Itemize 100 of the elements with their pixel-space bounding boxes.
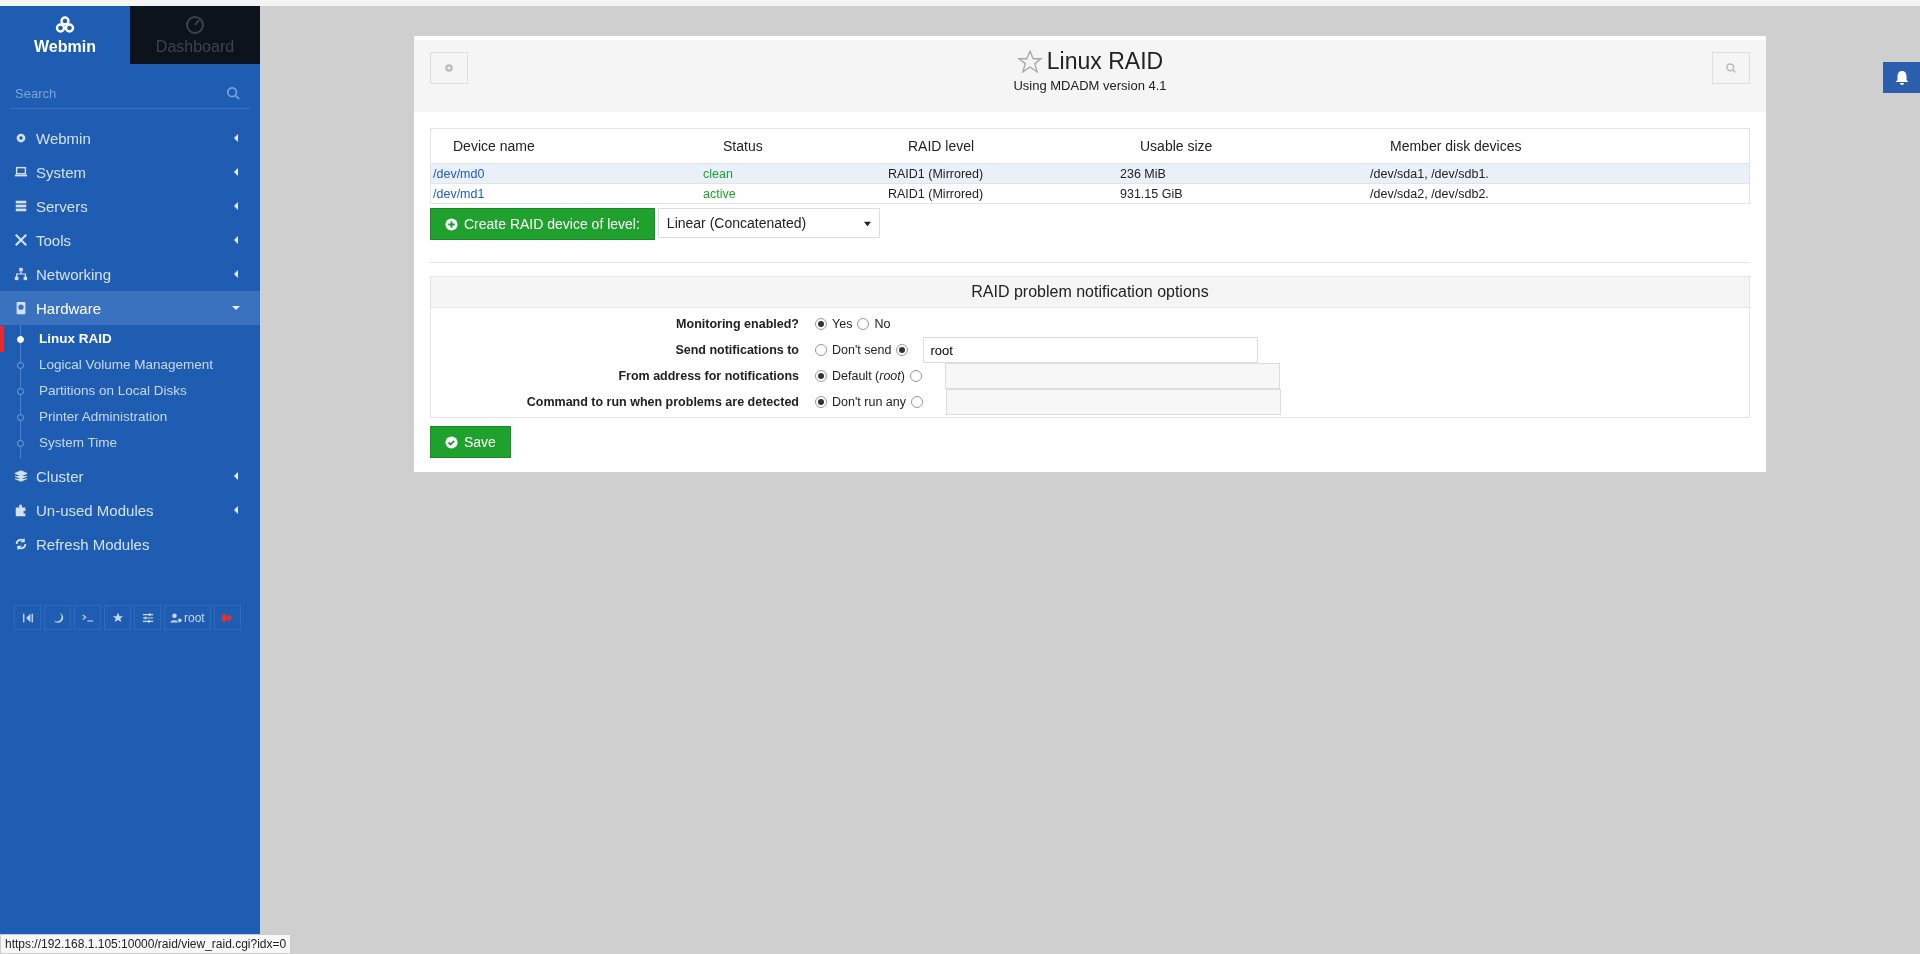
- bell-icon: [1893, 69, 1910, 86]
- caret-icon: [232, 134, 240, 142]
- option-label: Default (root): [832, 369, 905, 383]
- plus-circle-icon: [445, 217, 458, 231]
- option-label: Don't send: [832, 343, 892, 357]
- caret-icon: [232, 202, 240, 210]
- network-icon: [14, 267, 28, 281]
- night-mode-button[interactable]: [44, 605, 71, 630]
- logout-button[interactable]: [213, 605, 241, 630]
- radio-option[interactable]: Don't run any: [815, 395, 906, 409]
- search-button[interactable]: [1712, 52, 1750, 84]
- text-field[interactable]: root: [923, 337, 1259, 363]
- submenu-item[interactable]: System Time: [0, 430, 260, 456]
- radio-button[interactable]: [815, 318, 827, 330]
- option-label: No: [874, 317, 891, 331]
- table-cell: /dev/sda2, /dev/sdb2.: [1368, 183, 1750, 204]
- option-label: Don't run any: [832, 395, 906, 409]
- radio-button[interactable]: [910, 396, 923, 408]
- status-cell: active: [701, 183, 886, 204]
- user-icon: [170, 611, 182, 624]
- option-label: Yes: [832, 317, 853, 331]
- menu-item[interactable]: Cluster: [0, 459, 260, 493]
- collapse-icon: [21, 611, 34, 624]
- raid-level-select[interactable]: Linear (Concatenated): [657, 208, 880, 238]
- gauge-icon: [185, 14, 205, 35]
- table-row[interactable]: /dev/md1 active RAID1 (Mirrored) 931.15 GiB /dev/sda2, /dev/sdb2.: [430, 183, 1750, 204]
- section-title: RAID problem notification options: [431, 277, 1749, 308]
- table-row[interactable]: /dev/md0 clean RAID1 (Mirrored) 236 MiB /dev/sda1, /dev/sdb1.: [430, 163, 1750, 184]
- menu-item[interactable]: Networking: [0, 257, 260, 291]
- submenu-item[interactable]: Partitions on Local Disks: [0, 378, 260, 404]
- menu-item[interactable]: System: [0, 155, 260, 189]
- field-label: Send notifications to: [674, 343, 800, 357]
- column-header: RAID level: [886, 128, 1118, 164]
- layers-icon: [14, 469, 28, 483]
- field-label: From address for notifications: [617, 369, 800, 383]
- laptop-icon: [14, 165, 28, 179]
- table-cell: /dev/sda1, /dev/sdb1.: [1368, 163, 1750, 184]
- text-field[interactable]: [944, 363, 1280, 389]
- field-label: Command to run when problems are detected: [525, 395, 800, 409]
- gear-icon: [14, 131, 28, 145]
- page-subtitle: Using MDADM version 4.1: [1013, 78, 1167, 93]
- table-cell: 236 MiB: [1118, 163, 1368, 184]
- favorites-button[interactable]: [104, 605, 131, 630]
- text-field[interactable]: [945, 389, 1281, 415]
- radio-option[interactable]: Default (root): [815, 369, 905, 383]
- page-title: Linux RAID: [1046, 48, 1164, 75]
- caret-icon: [232, 472, 240, 480]
- star-icon[interactable]: [1016, 48, 1043, 75]
- submenu-item[interactable]: Linux RAID: [0, 326, 260, 352]
- menu-item[interactable]: Refresh Modules: [0, 527, 260, 561]
- radio-option[interactable]: Don't send: [815, 343, 892, 357]
- refresh-icon: [14, 537, 28, 551]
- menu-item[interactable]: Tools: [0, 223, 260, 257]
- menu-item[interactable]: Hardware: [0, 291, 260, 325]
- settings-button[interactable]: [134, 605, 161, 630]
- terminal-button[interactable]: [74, 605, 101, 630]
- search-field[interactable]: Search: [10, 85, 226, 101]
- caret-icon: [863, 219, 871, 227]
- save-button[interactable]: Save: [430, 426, 511, 458]
- puzzle-icon: [14, 503, 28, 517]
- radio-button[interactable]: [815, 370, 827, 382]
- column-header: Member disk devices: [1368, 128, 1750, 164]
- column-header: Usable size: [1118, 128, 1368, 164]
- user-button[interactable]: root: [164, 605, 211, 630]
- table-cell: RAID1 (Mirrored): [886, 163, 1118, 184]
- sliders-icon: [141, 611, 154, 624]
- radio-option[interactable]: No: [857, 317, 891, 331]
- radio-option[interactable]: Yes: [815, 317, 853, 331]
- submenu-item[interactable]: Printer Administration: [0, 404, 260, 430]
- check-circle-icon: [445, 435, 458, 449]
- caret-icon: [232, 506, 240, 514]
- status-url: https://192.168.1.105:10000/raid/view_raid.cgi?idx=0: [0, 934, 292, 954]
- star-icon: [111, 611, 124, 624]
- radio-button[interactable]: [909, 370, 922, 382]
- module-config-button[interactable]: [430, 52, 468, 84]
- table-cell: RAID1 (Mirrored): [886, 183, 1118, 204]
- device-link[interactable]: /dev/md0: [433, 166, 485, 181]
- tools-icon: [14, 233, 28, 247]
- menu-item[interactable]: Servers: [0, 189, 260, 223]
- notifications-button[interactable]: [1883, 62, 1920, 93]
- search-icon: [226, 86, 240, 100]
- menu-item[interactable]: Un-used Modules: [0, 493, 260, 527]
- column-header: Status: [701, 128, 886, 164]
- search-icon: [1725, 62, 1737, 74]
- caret-icon: [232, 236, 240, 244]
- menu-item[interactable]: Webmin: [0, 121, 260, 155]
- collapse-button[interactable]: [14, 605, 41, 630]
- caret-icon: [232, 168, 240, 176]
- radio-button[interactable]: [857, 318, 870, 330]
- radio-button[interactable]: [815, 396, 827, 408]
- table-cell: 931.15 GiB: [1118, 183, 1368, 204]
- radio-button[interactable]: [896, 344, 909, 356]
- caret-icon: [232, 270, 240, 278]
- radio-button[interactable]: [815, 344, 827, 356]
- caret-icon: [232, 304, 240, 312]
- device-link[interactable]: /dev/md1: [433, 186, 485, 201]
- server-icon: [14, 199, 28, 213]
- gear-icon: [443, 62, 455, 74]
- create-raid-button[interactable]: Create RAID device of level:: [430, 208, 655, 240]
- submenu-item[interactable]: Logical Volume Management: [0, 352, 260, 378]
